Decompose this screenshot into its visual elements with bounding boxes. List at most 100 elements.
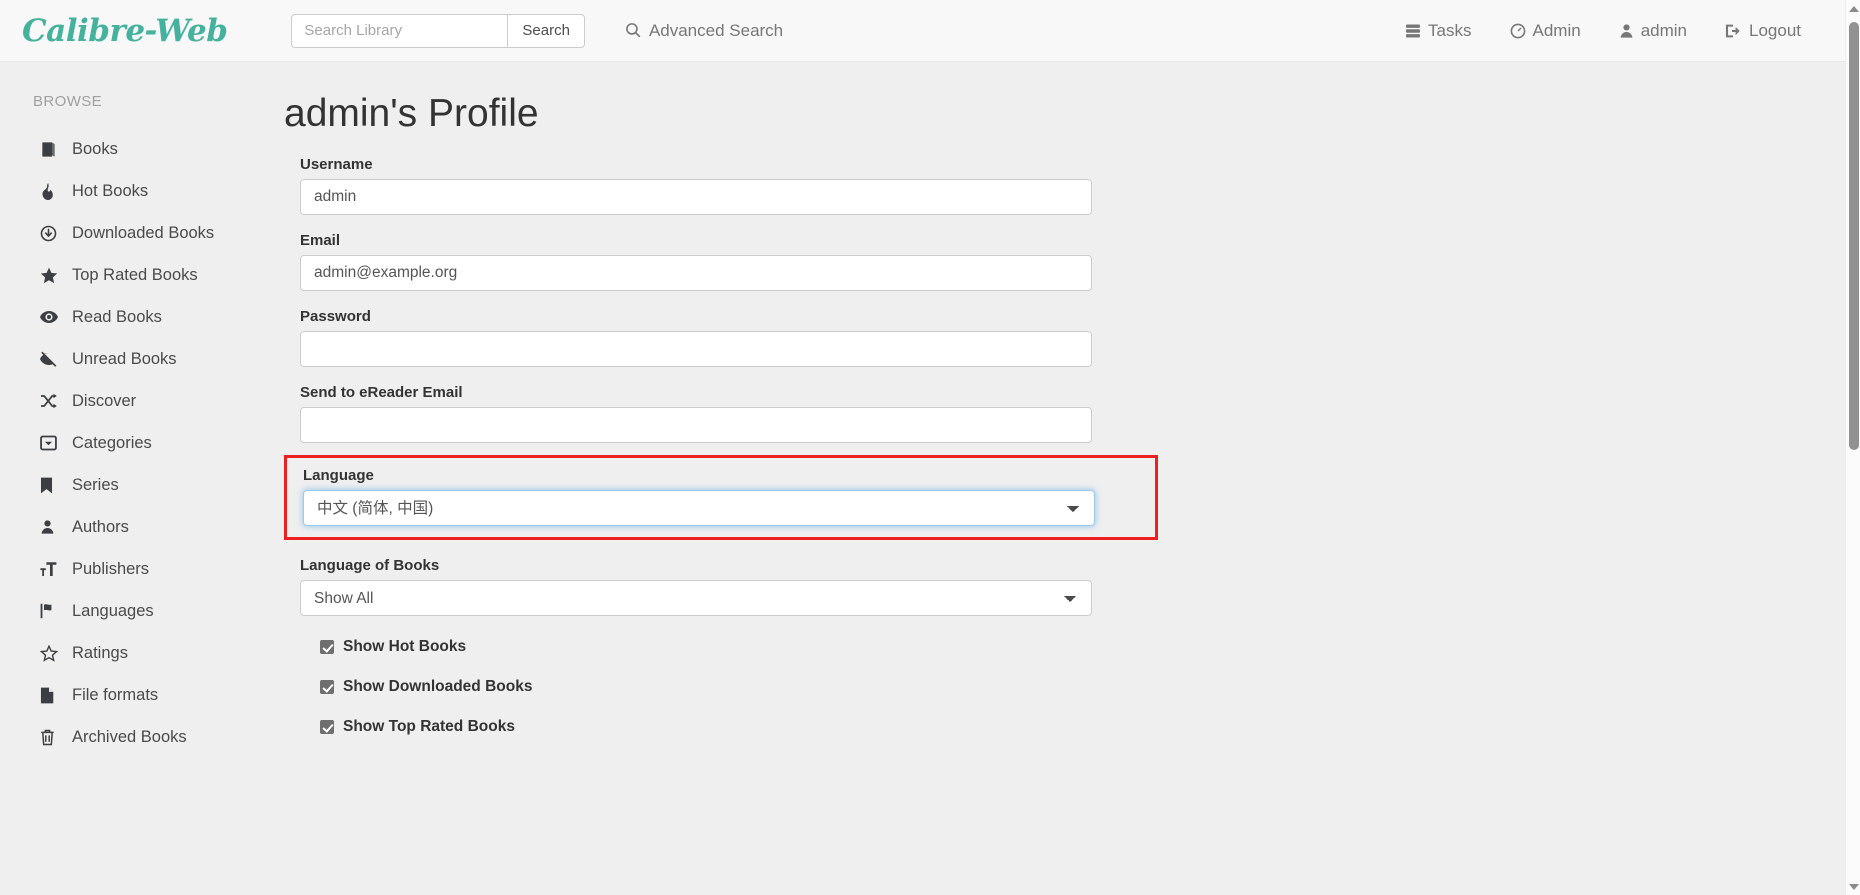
checkbox-show-downloaded-books[interactable]: Show Downloaded Books	[320, 678, 1092, 696]
eye-icon	[40, 310, 66, 324]
dashboard-icon	[1510, 23, 1526, 39]
checkbox-icon[interactable]	[320, 720, 334, 734]
inbox-icon	[40, 435, 66, 451]
nav-right-group: Tasks Admin admin Logout	[1405, 21, 1801, 41]
sidebar-item-label: Publishers	[72, 559, 150, 578]
sidebar-item-label: Downloaded Books	[72, 223, 215, 242]
search-input[interactable]	[291, 13, 508, 48]
email-label: Email	[300, 232, 341, 249]
sidebar-section-label: BROWSE	[33, 93, 103, 110]
sidebar-item-archived-books[interactable]: Archived Books	[0, 716, 272, 758]
nav-item-tasks[interactable]: Tasks	[1405, 20, 1472, 41]
sidebar-item-file-formats[interactable]: File formats	[0, 674, 272, 716]
sidebar: BROWSE Books Hot Books Downloaded Books	[0, 63, 272, 895]
checkbox-icon[interactable]	[320, 680, 334, 694]
profile-form: Username Email Password Send to eReader …	[284, 156, 1158, 736]
trash-icon	[40, 729, 66, 746]
page-title: admin's Profile	[284, 92, 539, 135]
scroll-up-arrow-icon[interactable]	[1846, 1, 1860, 16]
sidebar-item-categories[interactable]: Categories	[0, 422, 272, 464]
username-input[interactable]	[300, 179, 1092, 215]
sidebar-item-downloaded-books[interactable]: Downloaded Books	[0, 212, 272, 254]
book-icon	[40, 141, 66, 158]
language-of-books-label: Language of Books	[300, 557, 440, 574]
field-group-language-of-books: Language of Books Show All	[300, 557, 1092, 616]
checkbox-label: Show Hot Books	[343, 638, 467, 655]
field-group-password: Password	[300, 308, 1092, 367]
sidebar-item-read-books[interactable]: Read Books	[0, 296, 272, 338]
file-icon	[40, 687, 66, 704]
sidebar-item-unread-books[interactable]: Unread Books	[0, 338, 272, 380]
sidebar-item-top-rated-books[interactable]: Top Rated Books	[0, 254, 272, 296]
sidebar-item-label: Languages	[72, 601, 154, 620]
download-circle-icon	[40, 225, 66, 242]
sidebar-item-ratings[interactable]: Ratings	[0, 632, 272, 674]
bookmark-icon	[40, 477, 66, 494]
language-highlight-box: Language 中文 (简体, 中国)	[284, 455, 1158, 540]
email-input[interactable]	[300, 255, 1092, 291]
language-select[interactable]: 中文 (简体, 中国)	[303, 490, 1095, 526]
logout-icon	[1725, 23, 1742, 39]
brand-logo[interactable]: Calibre-Web	[22, 13, 228, 49]
star-outline-icon	[40, 644, 66, 662]
shuffle-icon	[40, 393, 66, 409]
search-group: Search	[291, 13, 585, 48]
nav-item-user[interactable]: admin	[1619, 21, 1687, 41]
ereader-email-input[interactable]	[300, 407, 1092, 443]
sidebar-item-series[interactable]: Series	[0, 464, 272, 506]
ereader-email-label: Send to eReader Email	[300, 384, 463, 401]
advanced-search-link[interactable]: Advanced Search	[625, 21, 783, 41]
scroll-down-arrow-icon[interactable]	[1846, 879, 1860, 894]
checkbox-show-hot-books[interactable]: Show Hot Books	[320, 638, 1092, 656]
field-group-ereader-email: Send to eReader Email	[300, 384, 1092, 443]
sidebar-item-hot-books[interactable]: Hot Books	[0, 170, 272, 212]
search-button[interactable]: Search	[507, 13, 585, 48]
field-group-email: Email	[300, 232, 1092, 291]
user-icon	[40, 519, 66, 535]
sidebar-item-label: Ratings	[72, 643, 128, 662]
sidebar-item-label: Authors	[72, 517, 129, 536]
field-group-username: Username	[300, 156, 1092, 215]
top-navbar: Calibre-Web Search Advanced Search Tasks	[0, 0, 1845, 62]
sidebar-item-authors[interactable]: Authors	[0, 506, 272, 548]
username-label: Username	[300, 156, 373, 173]
flag-icon	[40, 603, 66, 619]
sidebar-item-label: Archived Books	[72, 727, 187, 746]
scrollbar-thumb[interactable]	[1849, 22, 1859, 450]
checkbox-icon[interactable]	[320, 640, 334, 654]
sidebar-item-languages[interactable]: Languages	[0, 590, 272, 632]
eye-slash-icon	[40, 351, 66, 367]
sidebar-item-label: Discover	[72, 391, 137, 410]
advanced-search-label: Advanced Search	[648, 20, 784, 40]
password-label: Password	[300, 308, 371, 325]
sidebar-item-label: Hot Books	[72, 181, 149, 200]
sidebar-item-label: Top Rated Books	[72, 265, 198, 284]
text-height-icon	[40, 561, 66, 577]
checkbox-label: Show Top Rated Books	[343, 718, 515, 735]
checkbox-show-top-rated-books[interactable]: Show Top Rated Books	[320, 718, 1092, 736]
sidebar-item-label: File formats	[72, 685, 159, 704]
sidebar-item-publishers[interactable]: Publishers	[0, 548, 272, 590]
main-content: admin's Profile Username Email Password …	[272, 63, 1845, 895]
sidebar-item-books[interactable]: Books	[0, 128, 272, 170]
sidebar-item-label: Books	[72, 139, 118, 158]
language-label: Language	[303, 467, 374, 484]
sidebar-item-label: Read Books	[72, 307, 162, 326]
nav-item-admin[interactable]: Admin	[1510, 21, 1581, 41]
sidebar-item-discover[interactable]: Discover	[0, 380, 272, 422]
password-input[interactable]	[300, 331, 1092, 367]
nav-item-logout[interactable]: Logout	[1725, 21, 1801, 41]
star-filled-icon	[40, 267, 66, 284]
sidebar-item-label: Categories	[72, 433, 152, 452]
page-scrollbar[interactable]	[1845, 0, 1860, 895]
nav-label: Admin	[1532, 20, 1581, 40]
sidebar-item-label: Unread Books	[72, 349, 177, 368]
checkbox-label: Show Downloaded Books	[343, 678, 533, 695]
sidebar-item-label: Series	[72, 475, 119, 494]
nav-label: Logout	[1749, 20, 1801, 40]
user-icon	[1619, 23, 1634, 39]
language-of-books-select[interactable]: Show All	[300, 580, 1092, 616]
nav-label: Tasks	[1428, 20, 1472, 40]
nav-label: admin	[1640, 20, 1687, 40]
fire-icon	[40, 182, 66, 200]
